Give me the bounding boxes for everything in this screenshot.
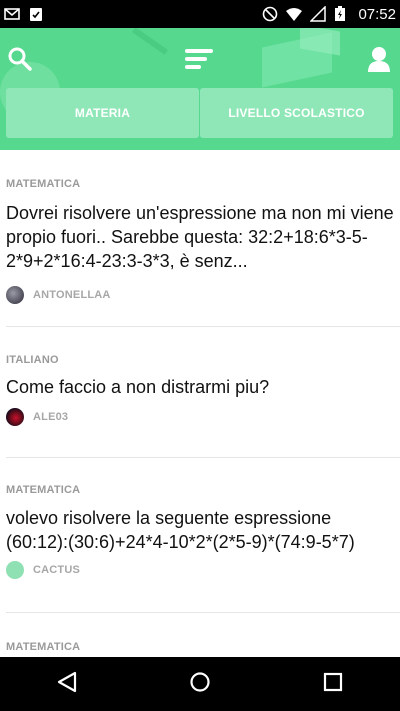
question-text[interactable]: Come faccio a non distrarmi piu?: [6, 375, 394, 399]
back-icon: [56, 670, 78, 699]
back-button[interactable]: [47, 664, 87, 704]
wifi-icon: [286, 6, 303, 22]
recents-icon: [323, 672, 343, 697]
do-not-disturb-icon: [262, 6, 278, 22]
subject-label: ITALIANO: [6, 354, 59, 366]
question-text[interactable]: Dovrei risolvere un'espressione ma non m…: [6, 201, 394, 273]
system-nav-bar: [0, 657, 400, 711]
gmail-icon: [4, 6, 20, 22]
avatar: [6, 408, 24, 426]
subject-label: MATEMATICA: [6, 178, 81, 190]
subject-label: MATEMATICA: [6, 641, 81, 653]
author-name[interactable]: ANTONELLAA: [33, 289, 111, 301]
author-row: CACTUS: [6, 561, 394, 579]
filter-bar: MATERIA LIVELLO SCOLASTICO: [6, 88, 393, 138]
filter-livello-scolastico-button[interactable]: LIVELLO SCOLASTICO: [200, 88, 393, 138]
author-name[interactable]: ALE03: [33, 411, 68, 423]
subject-label: MATEMATICA: [6, 484, 81, 496]
home-icon: [189, 671, 211, 698]
question-feed: MATEMATICA Dovrei risolvere un'espressio…: [0, 150, 400, 657]
search-button[interactable]: [5, 46, 35, 76]
home-button[interactable]: [180, 664, 220, 704]
search-icon: [7, 46, 33, 77]
user-icon: [366, 45, 392, 78]
signal-icon: [309, 5, 327, 22]
filter-materia-button[interactable]: MATERIA: [6, 88, 199, 138]
profile-button[interactable]: [364, 46, 394, 76]
question-card[interactable]: MATEMATICA volevo risolvere la seguente …: [0, 458, 400, 612]
recents-button[interactable]: [313, 664, 353, 704]
status-time: 07:52: [358, 5, 396, 23]
battery-icon: [334, 6, 350, 22]
author-name[interactable]: CACTUS: [33, 564, 80, 576]
question-text[interactable]: volevo risolvere la seguente espressione…: [6, 506, 394, 554]
author-row: ANTONELLAA: [6, 286, 394, 304]
filter-menu-button[interactable]: [184, 46, 214, 76]
question-card[interactable]: ITALIANO Come faccio a non distrarmi piu…: [0, 327, 400, 457]
app-header: MATERIA LIVELLO SCOLASTICO: [0, 28, 400, 150]
author-row: ALE03: [6, 408, 394, 426]
header-decoration: [131, 28, 169, 55]
question-card[interactable]: MATEMATICA Dovrei risolvere un'espressio…: [0, 150, 400, 326]
filter-menu-icon: [184, 47, 214, 76]
avatar: [6, 561, 24, 579]
clipboard-check-icon: [28, 6, 44, 22]
question-card[interactable]: MATEMATICA: [0, 613, 400, 653]
avatar: [6, 286, 24, 304]
status-bar: 07:52: [0, 0, 400, 28]
